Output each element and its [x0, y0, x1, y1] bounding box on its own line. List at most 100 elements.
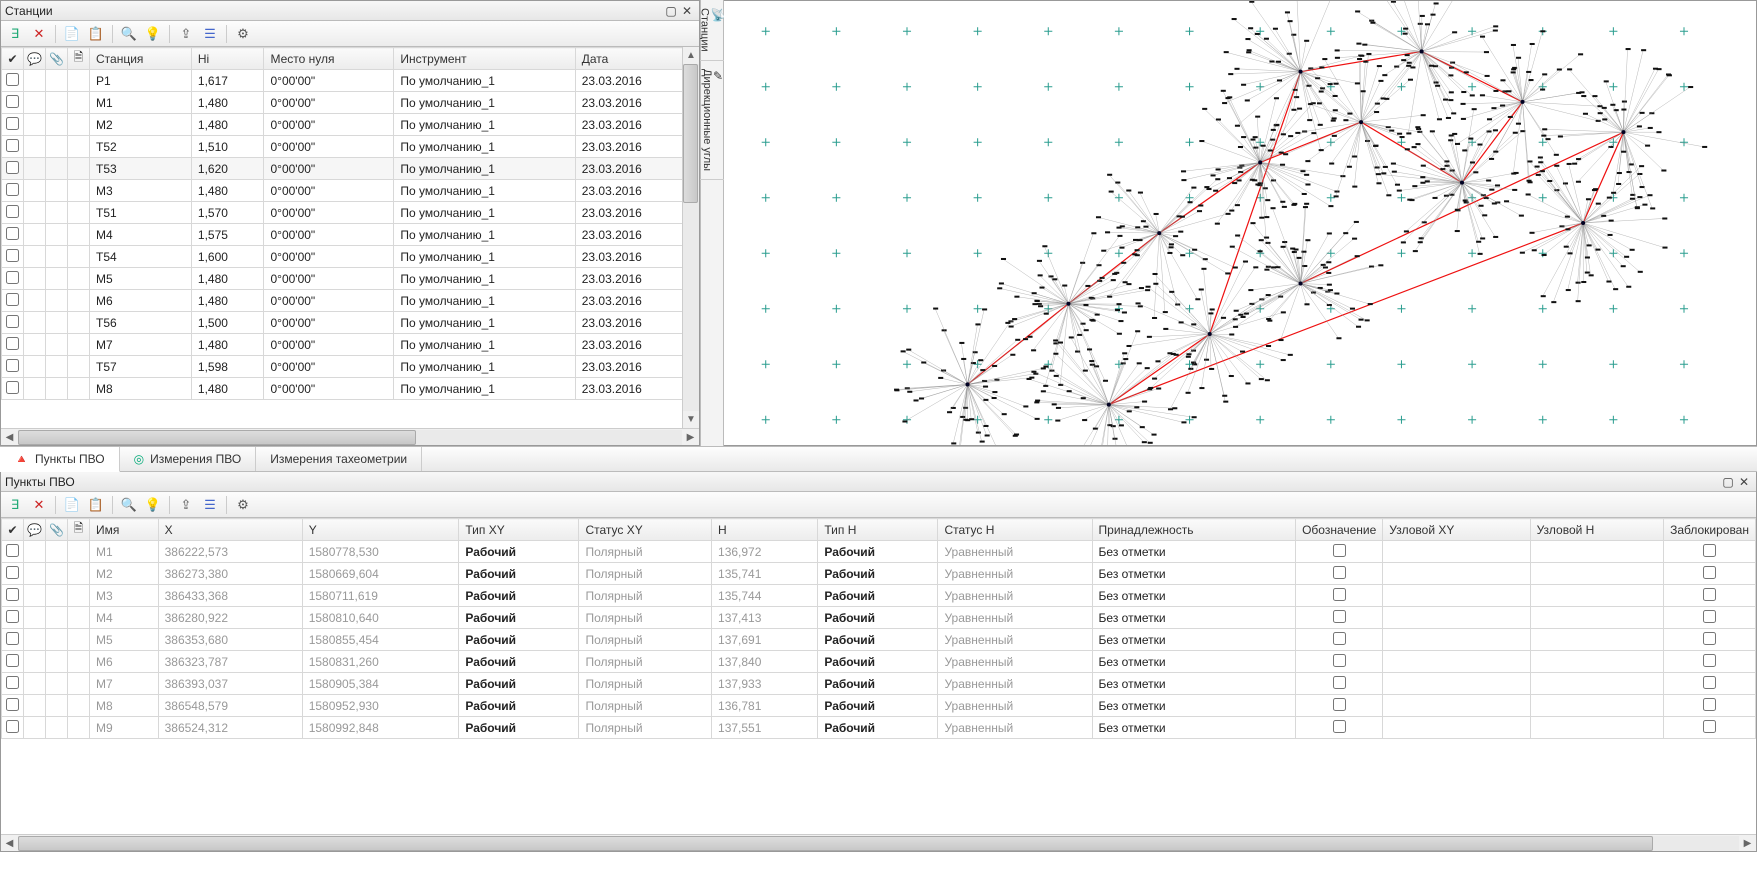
table-row[interactable]: M41,5750°00'00"По умолчанию_123.03.2016 [2, 224, 699, 246]
table-row[interactable]: M71,4800°00'00"По умолчанию_123.03.2016 [2, 334, 699, 356]
table-row[interactable]: T511,5700°00'00"По умолчанию_123.03.2016 [2, 202, 699, 224]
close-icon[interactable]: ✕ [1736, 474, 1752, 490]
lock-checkbox[interactable] [1703, 654, 1716, 667]
insert-icon[interactable]: ∃ [5, 24, 25, 44]
col-nh[interactable]: Узловой H [1530, 519, 1664, 541]
col-mark[interactable]: Обозначение [1296, 519, 1383, 541]
row-checkbox[interactable] [6, 117, 19, 130]
bulb-icon[interactable]: 💡 [143, 495, 163, 515]
dock-icon[interactable]: ▢ [1720, 474, 1736, 490]
col-sxy[interactable]: Статус XY [579, 519, 712, 541]
col-comment[interactable]: 💬 [24, 48, 46, 70]
mark-checkbox[interactable] [1333, 698, 1346, 711]
table-row[interactable]: M9386524,3121580992,848РабочийПолярный13… [2, 717, 1756, 739]
table-row[interactable]: T521,5100°00'00"По умолчанию_123.03.2016 [2, 136, 699, 158]
lock-checkbox[interactable] [1703, 544, 1716, 557]
copy-icon[interactable]: 📄 [62, 24, 82, 44]
col-h[interactable]: H [712, 519, 818, 541]
lock-checkbox[interactable] [1703, 698, 1716, 711]
side-tab-angles[interactable]: ✎ Дирекционные углы [699, 61, 725, 180]
row-checkbox[interactable] [6, 654, 19, 667]
settings-icon[interactable]: ⚙ [233, 24, 253, 44]
col-hi[interactable]: Hi [191, 48, 264, 70]
col-x[interactable]: X [158, 519, 302, 541]
copy-icon[interactable]: 📄 [62, 495, 82, 515]
mark-checkbox[interactable] [1333, 544, 1346, 557]
mark-checkbox[interactable] [1333, 588, 1346, 601]
table-row[interactable]: M1386222,5731580778,530РабочийПолярный13… [2, 541, 1756, 563]
side-tab-stations[interactable]: 📡 Станции [697, 0, 728, 61]
table-row[interactable]: M7386393,0371580905,384РабочийПолярный13… [2, 673, 1756, 695]
row-checkbox[interactable] [6, 205, 19, 218]
row-checkbox[interactable] [6, 720, 19, 733]
map-viewport[interactable] [724, 0, 1757, 446]
mark-checkbox[interactable] [1333, 720, 1346, 733]
col-comment[interactable]: 💬 [24, 519, 46, 541]
col-doc[interactable]: 🗎 [68, 519, 90, 541]
table-row[interactable]: M51,4800°00'00"По умолчанию_123.03.2016 [2, 268, 699, 290]
table-row[interactable]: M3386433,3681580711,619РабочийПолярный13… [2, 585, 1756, 607]
col-y[interactable]: Y [302, 519, 459, 541]
row-checkbox[interactable] [6, 139, 19, 152]
row-checkbox[interactable] [6, 632, 19, 645]
col-check[interactable]: ✔ [2, 48, 24, 70]
list-icon[interactable]: ☰ [200, 24, 220, 44]
table-row[interactable]: M6386323,7871580831,260РабочийПолярный13… [2, 651, 1756, 673]
row-checkbox[interactable] [6, 227, 19, 240]
col-attach[interactable]: 📎 [46, 519, 68, 541]
dock-icon[interactable]: ▢ [663, 3, 679, 19]
col-zero[interactable]: Место нуля [264, 48, 394, 70]
settings-icon[interactable]: ⚙ [233, 495, 253, 515]
table-row[interactable]: M2386273,3801580669,604РабочийПолярный13… [2, 563, 1756, 585]
row-checkbox[interactable] [6, 73, 19, 86]
export-icon[interactable]: ⇪ [176, 24, 196, 44]
row-checkbox[interactable] [6, 183, 19, 196]
table-row[interactable]: M4386280,9221580810,640РабочийПолярный13… [2, 607, 1756, 629]
stations-vscroll[interactable]: ▲▼ [682, 47, 699, 428]
row-checkbox[interactable] [6, 337, 19, 350]
table-row[interactable]: M31,4800°00'00"По умолчанию_123.03.2016 [2, 180, 699, 202]
filter-icon[interactable]: 🔍 [119, 24, 139, 44]
table-row[interactable]: M21,4800°00'00"По умолчанию_123.03.2016 [2, 114, 699, 136]
col-station[interactable]: Станция [90, 48, 192, 70]
points-hscroll[interactable]: ◀▶ [1, 834, 1756, 851]
lock-checkbox[interactable] [1703, 632, 1716, 645]
row-checkbox[interactable] [6, 271, 19, 284]
table-row[interactable]: T531,6200°00'00"По умолчанию_123.03.2016 [2, 158, 699, 180]
table-row[interactable]: M11,4800°00'00"По умолчанию_123.03.2016 [2, 92, 699, 114]
table-row[interactable]: M61,4800°00'00"По умолчанию_123.03.2016 [2, 290, 699, 312]
lock-checkbox[interactable] [1703, 720, 1716, 733]
table-row[interactable]: M5386353,6801580855,454РабочийПолярный13… [2, 629, 1756, 651]
col-sh[interactable]: Статус H [938, 519, 1092, 541]
col-txy[interactable]: Тип XY [459, 519, 579, 541]
col-nxy[interactable]: Узловой XY [1383, 519, 1530, 541]
row-checkbox[interactable] [6, 249, 19, 262]
col-lock[interactable]: Заблокирован [1664, 519, 1756, 541]
row-checkbox[interactable] [6, 315, 19, 328]
table-row[interactable]: T541,6000°00'00"По умолчанию_123.03.2016 [2, 246, 699, 268]
mark-checkbox[interactable] [1333, 610, 1346, 623]
col-doc[interactable]: 🗎 [68, 48, 90, 70]
insert-icon[interactable]: ∃ [5, 495, 25, 515]
mark-checkbox[interactable] [1333, 566, 1346, 579]
filter-icon[interactable]: 🔍 [119, 495, 139, 515]
col-th[interactable]: Тип H [818, 519, 938, 541]
col-own[interactable]: Принадлежность [1092, 519, 1296, 541]
col-instr[interactable]: Инструмент [394, 48, 575, 70]
lock-checkbox[interactable] [1703, 588, 1716, 601]
table-row[interactable]: M81,4800°00'00"По умолчанию_123.03.2016 [2, 378, 699, 400]
row-checkbox[interactable] [6, 95, 19, 108]
col-name[interactable]: Имя [90, 519, 159, 541]
lock-checkbox[interactable] [1703, 566, 1716, 579]
lock-checkbox[interactable] [1703, 610, 1716, 623]
bulb-icon[interactable]: 💡 [143, 24, 163, 44]
lock-checkbox[interactable] [1703, 676, 1716, 689]
col-check[interactable]: ✔ [2, 519, 24, 541]
col-attach[interactable]: 📎 [46, 48, 68, 70]
delete-icon[interactable]: ✕ [29, 24, 49, 44]
tab-tacheo[interactable]: Измерения тахеометрии [256, 447, 422, 471]
paste-icon[interactable]: 📋 [86, 495, 106, 515]
row-checkbox[interactable] [6, 676, 19, 689]
col-date[interactable]: Дата [575, 48, 698, 70]
list-icon[interactable]: ☰ [200, 495, 220, 515]
